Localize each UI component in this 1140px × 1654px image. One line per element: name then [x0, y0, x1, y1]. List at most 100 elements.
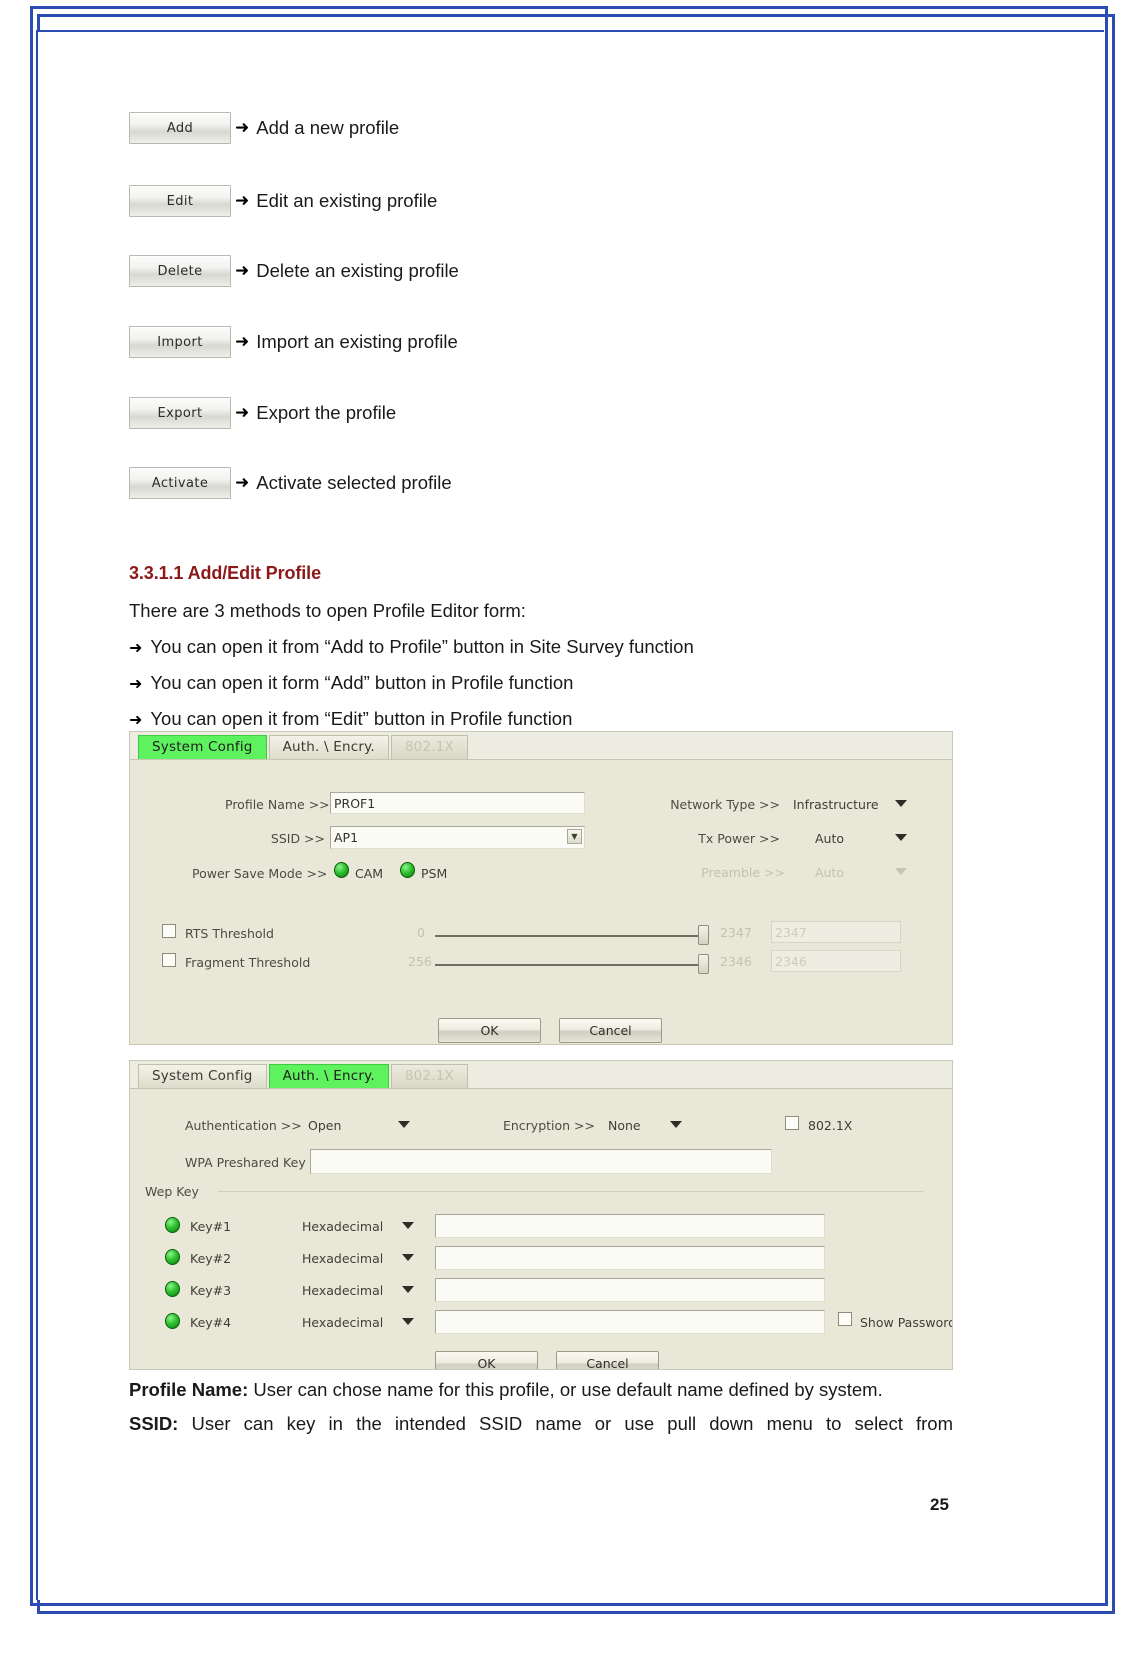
chevron-down-icon[interactable] — [895, 834, 907, 841]
fragment-slider-track[interactable] — [435, 964, 705, 966]
power-save-mode-label: Power Save Mode >> — [192, 866, 328, 881]
profile-action-row-export: Export ➜ Export the profile — [129, 397, 396, 429]
wep-key-group-label: Wep Key — [145, 1184, 199, 1199]
profile-name-definition: User can chose name for this profile, or… — [248, 1379, 883, 1400]
encryption-label: Encryption >> — [502, 1118, 595, 1133]
show-password-checkbox[interactable] — [838, 1312, 852, 1326]
fragment-threshold-label: Fragment Threshold — [185, 955, 311, 970]
chevron-down-icon[interactable] — [402, 1254, 414, 1261]
profile-action-row-import: Import ➜ Import an existing profile — [129, 326, 458, 358]
document-page: Add ➜ Add a new profile Edit ➜ Edit an e… — [0, 0, 1140, 1654]
system-config-body: Profile Name >> PROF1 Network Type >> In… — [130, 760, 952, 1044]
ok-button[interactable]: OK — [438, 1018, 541, 1043]
tabstrip: System Config Auth. \ Encry. 802.1X — [130, 1061, 952, 1089]
wep-key-1-radio[interactable] — [165, 1217, 180, 1233]
wep-key-1-input[interactable] — [435, 1214, 825, 1238]
wep-key-4-radio[interactable] — [165, 1313, 180, 1329]
profile-name-term: Profile Name: — [129, 1379, 249, 1400]
activate-button[interactable]: Activate — [129, 467, 231, 499]
ssid-dropdown-arrow[interactable]: ▼ — [567, 829, 582, 844]
wep-key-2-format[interactable]: Hexadecimal — [302, 1251, 383, 1266]
ok-button[interactable]: OK — [435, 1351, 538, 1369]
delete-description: Delete an existing profile — [256, 260, 459, 281]
chevron-down-icon[interactable] — [398, 1121, 410, 1128]
rts-slider-thumb[interactable] — [698, 925, 709, 945]
tab-system-config[interactable]: System Config — [138, 1064, 267, 1088]
wep-key-4-format[interactable]: Hexadecimal — [302, 1315, 383, 1330]
tab-auth-encry[interactable]: Auth. \ Encry. — [268, 735, 389, 759]
tab-system-config[interactable]: System Config — [138, 735, 267, 759]
wep-key-3-label: Key#3 — [190, 1283, 232, 1298]
arrow-right-icon: ➜ — [235, 190, 250, 211]
rts-threshold-label: RTS Threshold — [185, 926, 274, 941]
fragment-threshold-checkbox[interactable] — [162, 953, 176, 967]
profile-name-paragraph: Profile Name: User can chose name for th… — [129, 1378, 953, 1402]
import-button[interactable]: Import — [129, 326, 231, 358]
export-button[interactable]: Export — [129, 397, 231, 429]
bullet-text: You can open it form “Add” button in Pro… — [150, 672, 574, 693]
auth-encry-body: Authentication >> Open Encryption >> Non… — [130, 1089, 953, 1369]
show-password-label: Show Password — [860, 1315, 953, 1330]
chevron-down-icon[interactable] — [402, 1318, 414, 1325]
arrow-right-icon: ➜ — [129, 638, 143, 657]
arrow-right-icon: ➜ — [235, 260, 250, 281]
add-button[interactable]: Add — [129, 112, 231, 144]
wpa-preshared-key-input[interactable] — [310, 1149, 772, 1174]
ssid-paragraph: SSID: User can key in the intended SSID … — [129, 1412, 953, 1436]
profile-action-row-delete: Delete ➜ Delete an existing profile — [129, 255, 459, 287]
delete-button[interactable]: Delete — [129, 255, 231, 287]
network-type-label: Network Type >> — [670, 797, 780, 812]
fragment-max-value: 2346 — [720, 954, 752, 969]
profile-action-row-edit: Edit ➜ Edit an existing profile — [129, 185, 437, 217]
arrow-right-icon: ➜ — [235, 472, 250, 493]
profile-action-row-activate: Activate ➜ Activate selected profile — [129, 467, 452, 499]
chevron-down-icon[interactable] — [670, 1121, 682, 1128]
wep-key-2-label: Key#2 — [190, 1251, 232, 1266]
wpa-preshared-key-label: WPA Preshared Key >> — [185, 1155, 331, 1170]
encryption-value[interactable]: None — [608, 1118, 641, 1133]
fragment-min-value: 256 — [408, 954, 432, 969]
chevron-down-icon — [895, 868, 907, 875]
dot1x-label: 802.1X — [808, 1118, 853, 1133]
power-save-psm-radio[interactable] — [400, 862, 415, 878]
tab-802-1x: 802.1X — [390, 1064, 468, 1088]
bullet-item-2: ➜ You can open it form “Add” button in P… — [129, 672, 573, 694]
bullet-item-1: ➜ You can open it from “Add to Profile” … — [129, 636, 694, 658]
wep-key-3-radio[interactable] — [165, 1281, 180, 1297]
fragment-slider-thumb[interactable] — [698, 954, 709, 974]
power-save-cam-radio[interactable] — [334, 862, 349, 878]
authentication-value[interactable]: Open — [308, 1118, 341, 1133]
tab-auth-encry[interactable]: Auth. \ Encry. — [268, 1064, 389, 1088]
wep-key-1-label: Key#1 — [190, 1219, 232, 1234]
arrow-right-icon: ➜ — [235, 402, 250, 423]
rts-threshold-input[interactable]: 2347 — [771, 921, 901, 943]
add-description: Add a new profile — [256, 117, 400, 138]
rts-slider-track[interactable] — [435, 935, 705, 937]
edit-button[interactable]: Edit — [129, 185, 231, 217]
wep-key-2-input[interactable] — [435, 1246, 825, 1270]
chevron-down-icon[interactable] — [895, 800, 907, 807]
dot1x-checkbox[interactable] — [785, 1116, 799, 1130]
chevron-down-icon[interactable] — [402, 1286, 414, 1293]
edit-description: Edit an existing profile — [256, 190, 438, 211]
wep-key-4-label: Key#4 — [190, 1315, 232, 1330]
wep-key-2-radio[interactable] — [165, 1249, 180, 1265]
wep-key-1-format[interactable]: Hexadecimal — [302, 1219, 383, 1234]
wep-key-3-input[interactable] — [435, 1278, 825, 1302]
wep-key-3-format[interactable]: Hexadecimal — [302, 1283, 383, 1298]
chevron-down-icon[interactable] — [402, 1222, 414, 1229]
power-save-cam-label: CAM — [355, 866, 384, 881]
cancel-button[interactable]: Cancel — [556, 1351, 659, 1369]
fragment-threshold-input[interactable]: 2346 — [771, 950, 901, 972]
cancel-button[interactable]: Cancel — [559, 1018, 662, 1043]
profile-name-input[interactable]: PROF1 — [330, 792, 585, 814]
network-type-value[interactable]: Infrastructure — [793, 797, 879, 812]
arrow-right-icon: ➜ — [129, 710, 143, 729]
wep-key-4-input[interactable] — [435, 1310, 825, 1334]
section-intro: There are 3 methods to open Profile Edit… — [129, 600, 526, 621]
rts-threshold-checkbox[interactable] — [162, 924, 176, 938]
tx-power-value[interactable]: Auto — [815, 831, 844, 846]
profile-editor-auth-encry-dialog: System Config Auth. \ Encry. 802.1X Auth… — [129, 1060, 953, 1370]
ssid-combo-input[interactable]: AP1 — [330, 826, 585, 849]
ssid-label: SSID >> — [270, 831, 325, 846]
